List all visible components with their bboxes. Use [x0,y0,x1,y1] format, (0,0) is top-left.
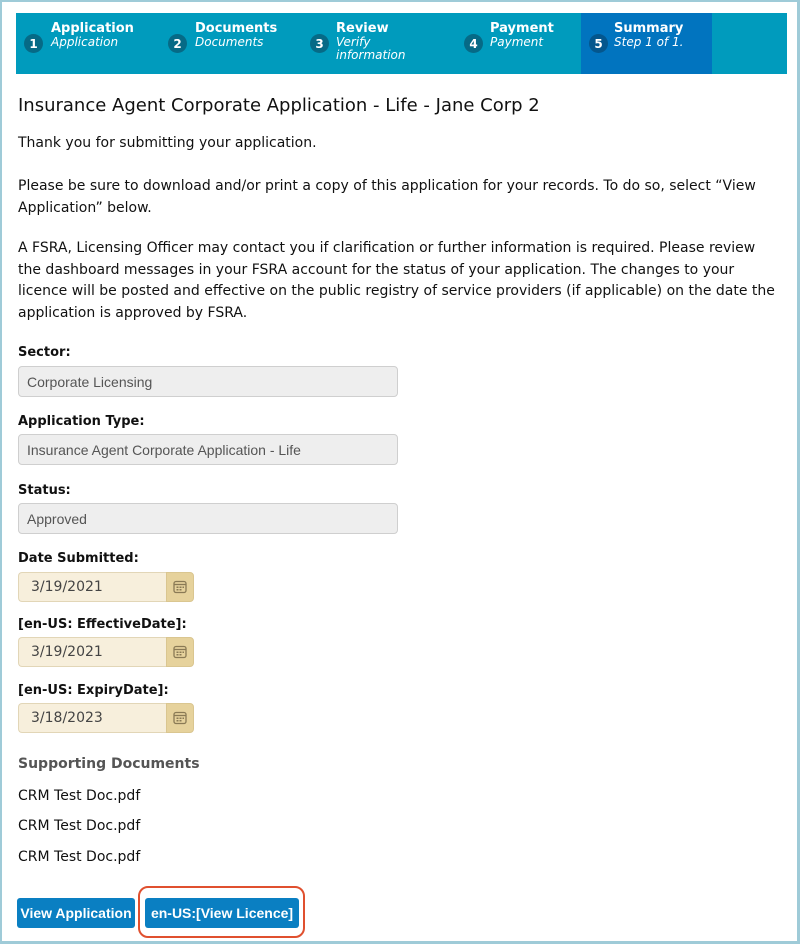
effective-date-label: [en-US: EffectiveDate]: [18,617,187,632]
step-review[interactable]: 3 Review Verify information [301,13,444,74]
calendar-icon [173,645,187,659]
expiry-date-calendar-button[interactable] [166,703,194,733]
page-title: Insurance Agent Corporate Application - … [18,95,540,116]
step-application[interactable]: 1 Application Application [16,13,159,74]
download-instructions-text: Please be sure to download and/or print … [18,178,756,216]
step-title: Documents [195,21,278,36]
step-payment[interactable]: 4 Payment Payment [444,13,581,74]
step-subtitle-line2: information [336,48,406,62]
expiry-date-field[interactable]: 3/18/2023 [18,703,166,733]
view-licence-button[interactable]: en-US:[View Licence] [145,898,299,928]
effective-date-picker: 3/19/2021 [18,637,194,667]
document-link[interactable]: CRM Test Doc.pdf [18,818,140,834]
application-type-label: Application Type: [18,414,145,429]
step-subtitle: Payment [490,35,544,49]
step-number: 3 [310,34,329,53]
status-field[interactable]: Approved [18,503,398,534]
effective-date-calendar-button[interactable] [166,637,194,667]
status-label: Status: [18,483,71,498]
step-number: 2 [168,34,187,53]
application-type-field[interactable]: Insurance Agent Corporate Application - … [18,434,398,465]
step-title: Summary [614,21,684,36]
date-submitted-label: Date Submitted: [18,551,139,566]
thank-you-text: Thank you for submitting your applicatio… [18,135,317,151]
document-link[interactable]: CRM Test Doc.pdf [18,849,140,865]
sector-field[interactable]: Corporate Licensing [18,366,398,397]
step-subtitle: Application [51,35,119,49]
expiry-date-picker: 3/18/2023 [18,703,194,733]
date-submitted-calendar-button[interactable] [166,572,194,602]
supporting-documents-heading: Supporting Documents [18,756,200,772]
calendar-icon [173,580,187,594]
calendar-icon [173,711,187,725]
licensing-officer-text: A FSRA, Licensing Officer may contact yo… [18,240,775,321]
step-subtitle: Step 1 of 1. [614,35,684,49]
step-number: 5 [589,34,608,53]
sector-label: Sector: [18,345,71,360]
step-number: 4 [464,34,483,53]
date-submitted-picker: 3/19/2021 [18,572,194,602]
document-link[interactable]: CRM Test Doc.pdf [18,788,140,804]
step-documents[interactable]: 2 Documents Documents [159,13,301,74]
step-title: Review [336,21,389,36]
step-number: 1 [24,34,43,53]
expiry-date-label: [en-US: ExpiryDate]: [18,683,169,698]
progress-steps: 1 Application Application 2 Documents Do… [16,13,787,74]
step-summary[interactable]: 5 Summary Step 1 of 1. [581,13,712,74]
effective-date-field[interactable]: 3/19/2021 [18,637,166,667]
step-title: Application [51,21,134,36]
step-title: Payment [490,21,554,36]
view-application-button[interactable]: View Application [17,898,135,928]
date-submitted-field[interactable]: 3/19/2021 [18,572,166,602]
step-subtitle: Documents [195,35,264,49]
